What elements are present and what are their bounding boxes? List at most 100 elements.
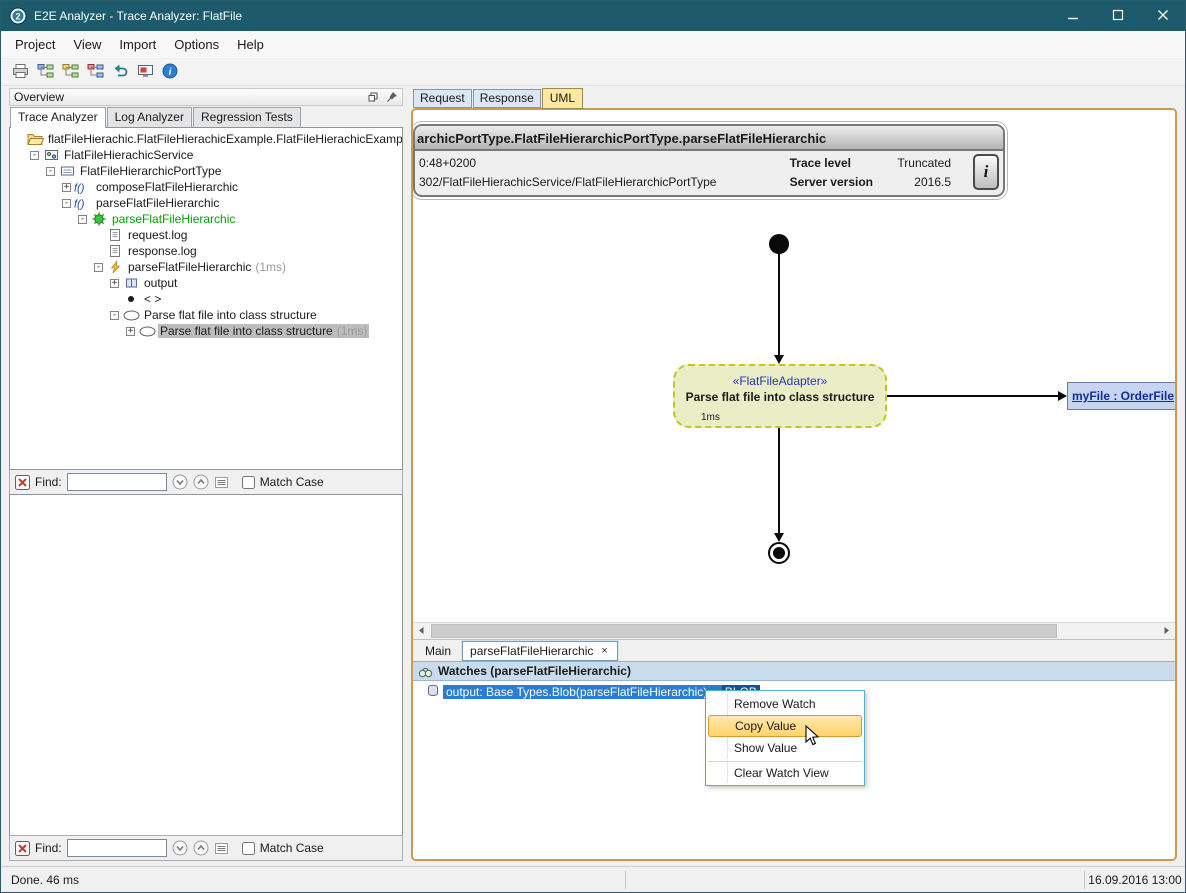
match-case-checkbox[interactable] (242, 476, 255, 489)
close-button[interactable] (1140, 1, 1185, 31)
tree-expander-icon[interactable]: - (78, 215, 87, 224)
final-node[interactable] (768, 542, 790, 564)
tab-main[interactable]: Main (418, 642, 458, 660)
tab-trace-analyzer[interactable]: Trace Analyzer (10, 107, 106, 128)
find-next-icon[interactable] (172, 474, 188, 490)
match-case-label: Match Case (260, 475, 324, 489)
tab-regression-tests[interactable]: Regression Tests (193, 107, 301, 127)
find-close-icon[interactable] (15, 475, 30, 490)
compare-trace-button[interactable] (84, 61, 106, 83)
find-previous-icon[interactable] (193, 474, 209, 490)
tab-request[interactable]: Request (413, 89, 472, 108)
tab-uml[interactable]: UML (542, 88, 583, 109)
log-icon (106, 228, 124, 242)
tree-item[interactable]: + f() composeFlatFileHierarchic (10, 179, 402, 195)
undo-button[interactable] (109, 61, 131, 83)
tree-item[interactable]: + Parse flat file into class structure(1… (10, 323, 402, 339)
about-button[interactable]: i (159, 61, 181, 83)
find-input[interactable] (67, 473, 167, 491)
scroll-left-button[interactable] (413, 623, 430, 639)
tree-item-label: FlatFileHierachicService (64, 148, 193, 162)
tree-expander-icon[interactable]: - (46, 167, 55, 176)
info-button[interactable]: i (973, 154, 999, 190)
menu-options[interactable]: Options (165, 32, 228, 57)
toolbar: i (1, 59, 1185, 86)
menu-clear-watch-view[interactable]: Clear Watch View (708, 761, 862, 783)
panel-title: Overview (14, 90, 64, 104)
menu-help[interactable]: Help (228, 32, 273, 57)
match-case-checkbox[interactable] (242, 842, 255, 855)
tree-item[interactable]: < > (10, 291, 402, 307)
tree-expander-icon[interactable]: - (94, 263, 103, 272)
menu-bar: ProjectViewImportOptionsHelp (1, 31, 1185, 59)
find-next-icon[interactable] (172, 840, 188, 856)
overview-header: Overview (9, 88, 403, 106)
object-node[interactable]: myFile : OrderFile (1067, 382, 1175, 410)
float-panel-icon[interactable] (367, 91, 379, 103)
tree-item[interactable]: response.log (10, 243, 402, 259)
undo-icon (112, 63, 129, 82)
tree-expander-icon[interactable]: - (62, 199, 71, 208)
find-previous-icon[interactable] (193, 840, 209, 856)
tree-item-label: parseFlatFileHierarchic (96, 196, 219, 210)
tree-expander-icon[interactable]: + (62, 183, 71, 192)
minimize-button[interactable] (1050, 1, 1095, 31)
print-button[interactable] (9, 61, 31, 83)
operation-header-box[interactable]: archicPortType.FlatFileHierarchicPortTyp… (413, 124, 1005, 197)
blob-icon (427, 684, 439, 700)
monitor-red-icon (137, 63, 154, 82)
menu-import[interactable]: Import (110, 32, 165, 57)
app-logo-icon: 2 (9, 7, 27, 25)
snapshot-button[interactable] (134, 61, 156, 83)
scrollbar-thumb[interactable] (431, 624, 1057, 638)
trace-icon (106, 260, 124, 274)
porttype-icon (58, 164, 76, 178)
tree-item[interactable]: - parseFlatFileHierarchic(1ms) (10, 259, 402, 275)
overview-panel: Overview Trace AnalyzerLog AnalyzerRegre… (9, 88, 403, 861)
tree-item[interactable]: - FlatFileHierarchicPortType (10, 163, 402, 179)
tree-expander-icon[interactable]: - (110, 311, 119, 320)
tree-item-label: FlatFileHierarchicPortType (80, 164, 221, 178)
tree-item[interactable]: - f() parseFlatFileHierarchic (10, 195, 402, 211)
tab-response[interactable]: Response (473, 89, 541, 108)
tree-item[interactable]: - Parse flat file into class structure (10, 307, 402, 323)
trace-level-label: Trace level (790, 156, 873, 170)
tree-item[interactable]: - parseFlatFileHierarchic (10, 211, 402, 227)
window-title: E2E Analyzer - Trace Analyzer: FlatFile (34, 9, 242, 23)
tab-parseflatfilehierarchic[interactable]: parseFlatFileHierarchic× (462, 641, 618, 661)
find-label: Find: (35, 841, 62, 855)
scroll-right-button[interactable] (1158, 623, 1175, 639)
tree-expander-icon[interactable]: + (126, 327, 135, 336)
scrollbar-track[interactable] (430, 623, 1158, 639)
find-options-icon[interactable] (214, 475, 229, 490)
menu-copy-value[interactable]: Copy Value (708, 715, 862, 737)
menu-view[interactable]: View (64, 32, 110, 57)
tree-item-label: parseFlatFileHierarchic (112, 212, 235, 226)
menu-remove-watch[interactable]: Remove Watch (708, 693, 862, 715)
tree-item[interactable]: request.log (10, 227, 402, 243)
action-node[interactable]: «FlatFileAdapter» Parse flat file into c… (673, 364, 887, 428)
horizontal-scrollbar[interactable] (413, 622, 1175, 639)
tree-item[interactable]: + output (10, 275, 402, 291)
expand-model-tree-button[interactable] (34, 61, 56, 83)
import-trace-button[interactable] (59, 61, 81, 83)
menu-project[interactable]: Project (6, 32, 64, 57)
maximize-button[interactable] (1095, 1, 1140, 31)
find-close-icon[interactable] (15, 841, 30, 856)
initial-node[interactable] (769, 234, 789, 254)
tree-expander-icon[interactable]: - (30, 151, 39, 160)
scroll-left-icon (417, 624, 426, 638)
tree-item-label: parseFlatFileHierarchic (128, 260, 251, 274)
find-options-icon[interactable] (214, 841, 229, 856)
tree-yellow-icon (62, 63, 79, 82)
close-tab-icon[interactable]: × (599, 645, 609, 657)
tree-item[interactable]: - FlatFileHierachicService (10, 147, 402, 163)
tree-item-label: response.log (128, 244, 197, 258)
menu-show-value[interactable]: Show Value (708, 737, 862, 759)
pin-panel-icon[interactable] (386, 91, 398, 103)
oval-icon (122, 310, 140, 321)
find-input[interactable] (67, 839, 167, 857)
tree-item[interactable]: flatFileHierachic.FlatFileHierachicExamp… (10, 131, 402, 147)
tree-expander-icon[interactable]: + (110, 279, 119, 288)
tab-log-analyzer[interactable]: Log Analyzer (107, 107, 192, 127)
